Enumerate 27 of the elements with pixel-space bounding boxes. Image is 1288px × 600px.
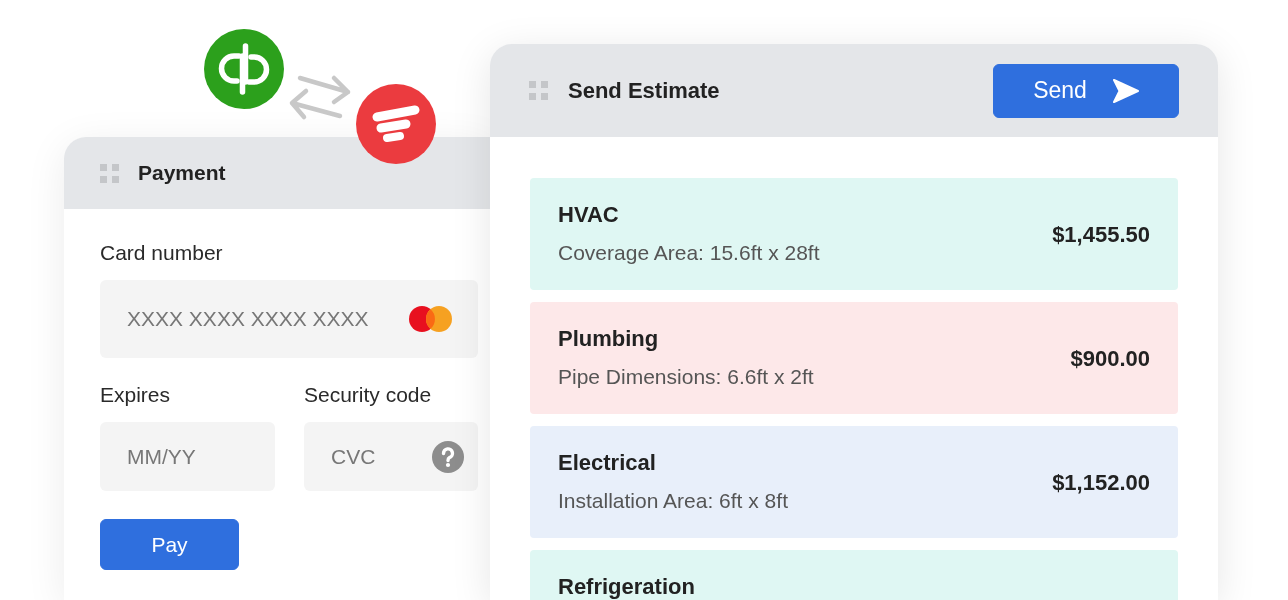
item-title: Electrical [558, 450, 657, 476]
drag-handle-icon[interactable] [529, 81, 548, 100]
item-price: $900.00 [1070, 344, 1150, 373]
drag-handle-icon[interactable] [100, 163, 119, 183]
field-label: Security code [304, 383, 432, 407]
send-button[interactable]: Send [993, 63, 1179, 118]
swap-arrows-icon [288, 73, 352, 121]
estimate-title: Send Estimate [568, 77, 720, 105]
item-detail: Installation Area: 6ft x 8ft [558, 488, 788, 514]
item-detail: Coverage Area: 15.6ft x 28ft [558, 240, 820, 266]
item-title: Refrigeration [558, 574, 695, 600]
item-title: HVAC [558, 202, 620, 228]
expiry-field[interactable]: MM/YY [100, 422, 275, 491]
card-number-field[interactable]: XXXX XXXX XXXX XXXX [100, 280, 478, 358]
app-logo-icon [204, 29, 284, 109]
help-icon [432, 441, 464, 473]
item-price: $1,455.50 [1052, 220, 1150, 249]
send-icon [1112, 78, 1139, 103]
field-label: Expires [100, 383, 171, 407]
item-detail: Pipe Dimensions: 6.6ft x 2ft [558, 364, 814, 390]
item-title: Plumbing [558, 326, 660, 352]
field-label: Card number [100, 241, 223, 265]
pay-button[interactable]: Pay [100, 519, 239, 570]
security-code-field[interactable]: CVC [304, 422, 478, 491]
payment-title: Payment [138, 160, 226, 187]
overlapping-circles-icon [409, 306, 452, 332]
item-price: $1,152.00 [1052, 468, 1150, 497]
